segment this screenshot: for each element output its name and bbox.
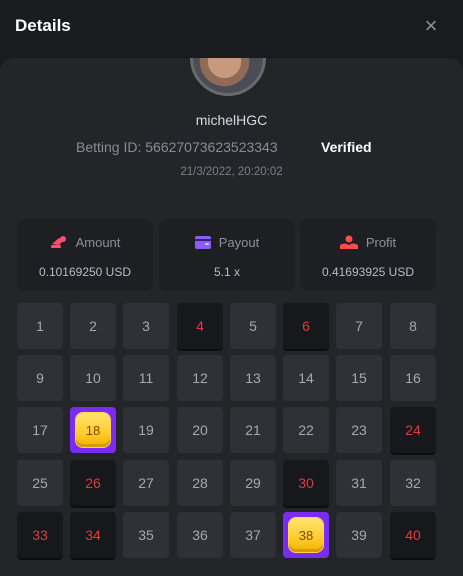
grid-tile-3[interactable]: 3 (123, 303, 169, 349)
grid-tile-25[interactable]: 25 (17, 460, 63, 506)
grid-tile-21[interactable]: 21 (230, 407, 276, 453)
grid-tile-22[interactable]: 22 (283, 407, 329, 453)
grid-tile-10[interactable]: 10 (70, 355, 116, 401)
stat-amount-value: 0.10169250 USD (38, 265, 132, 279)
grid-tile-28[interactable]: 28 (177, 460, 223, 506)
grid-tile-13[interactable]: 13 (230, 355, 276, 401)
grid-tile-11[interactable]: 11 (123, 355, 169, 401)
grid-tile-7[interactable]: 7 (336, 303, 382, 349)
grid-tile-37[interactable]: 37 (230, 512, 276, 558)
grid-tile-32[interactable]: 32 (390, 460, 436, 506)
stat-amount: Amount 0.10169250 USD (17, 219, 153, 291)
grid-tile-15[interactable]: 15 (336, 355, 382, 401)
gem-icon: 18 (76, 413, 110, 447)
grid-tile-33[interactable]: 33 (17, 512, 63, 558)
header: Details × (0, 0, 463, 60)
grid-tile-27[interactable]: 27 (123, 460, 169, 506)
grid-tile-8[interactable]: 8 (390, 303, 436, 349)
grid-tile-35[interactable]: 35 (123, 512, 169, 558)
grid-tile-23[interactable]: 23 (336, 407, 382, 453)
grid-tile-5[interactable]: 5 (230, 303, 276, 349)
close-icon[interactable]: × (420, 15, 442, 37)
grid-tile-6[interactable]: 6 (283, 303, 329, 349)
grid-tile-24[interactable]: 24 (390, 407, 436, 453)
details-panel: michelHGC Betting ID: 56627073623523343 … (0, 58, 463, 576)
hand-coin-icon (339, 235, 358, 252)
grid-tile-38[interactable]: 38 (283, 512, 329, 558)
page-title: Details (15, 16, 71, 35)
stat-profit-label: Profit (365, 235, 397, 250)
grid-tile-20[interactable]: 20 (177, 407, 223, 453)
grid-tile-40[interactable]: 40 (390, 512, 436, 558)
grid-tile-16[interactable]: 16 (390, 355, 436, 401)
grid-tile-2[interactable]: 2 (70, 303, 116, 349)
verified-badge: Verified (321, 139, 372, 155)
betting-id: Betting ID: 56627073623523343 (76, 139, 278, 155)
gem-icon: 38 (289, 518, 323, 552)
grid-tile-34[interactable]: 34 (70, 512, 116, 558)
grid-tile-4[interactable]: 4 (177, 303, 223, 349)
stat-profit-value: 0.41693925 USD (321, 265, 415, 279)
grid-tile-14[interactable]: 14 (283, 355, 329, 401)
username: michelHGC (195, 112, 268, 128)
wallet-icon (194, 236, 211, 252)
avatar (190, 58, 266, 96)
grid-tile-9[interactable]: 9 (17, 355, 63, 401)
grid-tile-30[interactable]: 30 (283, 460, 329, 506)
stat-payout-label: Payout (218, 235, 260, 250)
grid-tile-19[interactable]: 19 (123, 407, 169, 453)
stat-amount-label: Amount (75, 235, 121, 250)
grid-tile-1[interactable]: 1 (17, 303, 63, 349)
stat-payout-value: 5.1 x (213, 265, 240, 279)
bet-datetime: 21/3/2022, 20:20:02 (180, 166, 283, 178)
grid-tile-26[interactable]: 26 (70, 460, 116, 506)
grid-tile-12[interactable]: 12 (177, 355, 223, 401)
grid-tile-36[interactable]: 36 (177, 512, 223, 558)
coins-icon (50, 235, 68, 252)
grid-tile-17[interactable]: 17 (17, 407, 63, 453)
grid-tile-39[interactable]: 39 (336, 512, 382, 558)
stat-payout: Payout 5.1 x (159, 219, 295, 291)
grid-tile-18[interactable]: 18 (70, 407, 116, 453)
grid-tile-29[interactable]: 29 (230, 460, 276, 506)
stat-profit: Profit 0.41693925 USD (300, 219, 436, 291)
grid-tile-31[interactable]: 31 (336, 460, 382, 506)
